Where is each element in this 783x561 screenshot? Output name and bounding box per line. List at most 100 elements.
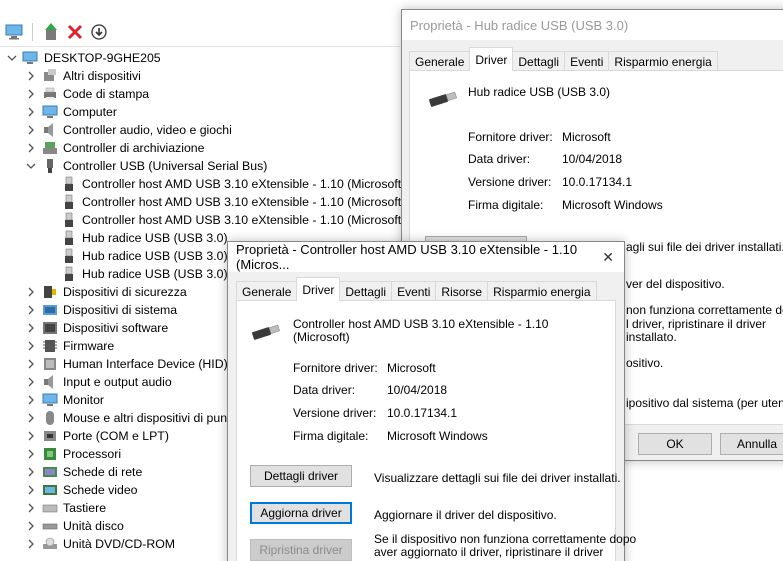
- toolbar-separator: [32, 23, 33, 41]
- tree-device[interactable]: Controller host AMD USB 3.10 eXtensible …: [0, 211, 405, 229]
- toolbar-divider: [0, 46, 400, 47]
- tree-item-label: Dispositivi software: [63, 321, 169, 335]
- software-icon: [42, 320, 58, 336]
- back-desc-update: ver del dispositivo.: [626, 277, 725, 291]
- firmware-icon: [42, 338, 58, 354]
- tree-item-label: Controller audio, video e giochi: [63, 123, 232, 137]
- chevron-right-icon[interactable]: [26, 287, 36, 297]
- tab-eventi[interactable]: Eventi: [564, 51, 610, 71]
- tree-item-label: Processori: [63, 447, 122, 461]
- tree-item-label: Controller host AMD USB 3.10 eXtensible …: [82, 177, 406, 191]
- chevron-right-icon[interactable]: [26, 305, 36, 315]
- chevron-right-icon[interactable]: [26, 395, 36, 405]
- front-field-value: 10.0.17134.1: [387, 406, 458, 420]
- chevron-right-icon[interactable]: [26, 107, 36, 117]
- chevron-right-icon[interactable]: [26, 431, 36, 441]
- tab-driver[interactable]: Driver: [469, 47, 514, 71]
- tree-device[interactable]: Controller host AMD USB 3.10 eXtensible …: [0, 193, 405, 211]
- chevron-right-icon[interactable]: [26, 377, 36, 387]
- ok-button[interactable]: OK: [638, 433, 712, 455]
- chevron-right-icon[interactable]: [26, 71, 36, 81]
- front-dialog-tabs: Generale Driver Dettagli Eventi Risorse Rispa…: [236, 277, 597, 301]
- back-field-label: Fornitore driver:: [468, 130, 553, 144]
- tree-item-label: Computer: [63, 105, 117, 119]
- processor-icon: [42, 446, 58, 462]
- tree-item-label: Hub radice USB (USB 3.0): [82, 231, 228, 245]
- chevron-right-icon[interactable]: [26, 359, 36, 369]
- tab-risparmio-energia[interactable]: Risparmio energia: [487, 281, 597, 301]
- back-desc-details: agli sui file dei driver installati.: [626, 240, 783, 254]
- chevron-right-icon[interactable]: [26, 503, 36, 513]
- system-icon: [42, 302, 58, 318]
- tree-category[interactable]: Code di stampa: [0, 85, 400, 103]
- update-driver-icon[interactable]: [41, 22, 61, 42]
- mouse-icon: [42, 410, 58, 426]
- tree-item-label: Tastiere: [63, 501, 107, 515]
- tree-item-label: Porte (COM e LPT): [63, 429, 169, 443]
- chevron-right-icon[interactable]: [26, 467, 36, 477]
- tree-item-label: Monitor: [63, 393, 105, 407]
- tab-generale[interactable]: Generale: [409, 51, 471, 71]
- toolbar: [0, 20, 400, 44]
- driver-details-button[interactable]: Dettagli driver: [250, 465, 352, 487]
- chevron-right-icon[interactable]: [26, 539, 36, 549]
- rollback-driver-desc-line2: aver aggiornato il driver, ripristinare …: [374, 545, 604, 559]
- tree-category[interactable]: Computer: [0, 103, 400, 121]
- tab-risparmio-energia[interactable]: Risparmio energia: [608, 51, 718, 71]
- chevron-right-icon[interactable]: [26, 323, 36, 333]
- tab-eventi[interactable]: Eventi: [391, 281, 437, 301]
- tree-item-label: Unità disco: [63, 519, 124, 533]
- chevron-right-icon[interactable]: [26, 449, 36, 459]
- tab-dettagli[interactable]: Dettagli: [339, 281, 393, 301]
- chevron-down-icon[interactable]: [7, 53, 17, 63]
- usb-plug-icon: [61, 248, 77, 264]
- tree-category[interactable]: Controller di archiviazione: [0, 139, 400, 157]
- computer-icon[interactable]: [4, 22, 24, 42]
- keyboard-icon: [42, 500, 58, 516]
- storage-icon: [42, 140, 58, 156]
- chevron-right-icon[interactable]: [26, 89, 36, 99]
- tree-item-label: Mouse e altri dispositivi di punt: [63, 411, 231, 425]
- back-desc-rollback: installato.: [626, 330, 677, 344]
- cancel-button[interactable]: Annulla: [720, 433, 783, 455]
- download-icon[interactable]: [89, 22, 109, 42]
- tree-item-label: Controller USB (Universal Serial Bus): [63, 159, 268, 173]
- tree-category[interactable]: Altri dispositivi: [0, 67, 400, 85]
- tree-device[interactable]: Controller host AMD USB 3.10 eXtensible …: [0, 175, 405, 193]
- audio-io-icon: [42, 374, 58, 390]
- tree-root[interactable]: DESKTOP-9GHE205: [0, 49, 400, 67]
- tree-item-label: Hub radice USB (USB 3.0): [82, 267, 228, 281]
- tree-item-label: Hub radice USB (USB 3.0): [82, 249, 228, 263]
- uninstall-icon[interactable]: [65, 22, 85, 42]
- usb-plug-icon: [61, 194, 77, 210]
- chevron-right-icon[interactable]: [26, 485, 36, 495]
- close-icon[interactable]: ✕: [602, 249, 614, 266]
- tab-driver[interactable]: Driver: [296, 277, 341, 301]
- back-field-label: Firma digitale:: [468, 198, 544, 212]
- chevron-right-icon[interactable]: [26, 341, 36, 351]
- front-field-label: Firma digitale:: [293, 429, 369, 443]
- tab-dettagli[interactable]: Dettagli: [512, 51, 566, 71]
- tab-generale[interactable]: Generale: [236, 281, 298, 301]
- chevron-right-icon[interactable]: [26, 521, 36, 531]
- chevron-right-icon[interactable]: [26, 413, 36, 423]
- chevron-down-icon[interactable]: [26, 161, 36, 171]
- usb-icon: [42, 158, 58, 174]
- tab-risorse[interactable]: Risorse: [435, 281, 489, 301]
- back-desc-disable: ositivo.: [626, 356, 664, 370]
- usb-plug-icon: [427, 88, 459, 111]
- disk-icon: [42, 518, 58, 534]
- update-driver-button[interactable]: Aggiorna driver: [250, 502, 352, 524]
- tree-category[interactable]: Controller audio, video e giochi: [0, 121, 400, 139]
- back-dialog-tabs: Generale Driver Dettagli Eventi Risparmio en…: [409, 47, 718, 71]
- usb-plug-icon: [61, 212, 77, 228]
- monitor-icon: [42, 392, 58, 408]
- dvd-icon: [42, 536, 58, 552]
- update-driver-desc: Aggiornare il driver del dispositivo.: [374, 508, 557, 522]
- computer-icon: [22, 50, 38, 66]
- chevron-right-icon[interactable]: [26, 125, 36, 135]
- tree-item-label: Code di stampa: [63, 87, 150, 101]
- usb-plug-icon: [61, 266, 77, 282]
- chevron-right-icon[interactable]: [26, 143, 36, 153]
- tree-category[interactable]: Controller USB (Universal Serial Bus): [0, 157, 400, 175]
